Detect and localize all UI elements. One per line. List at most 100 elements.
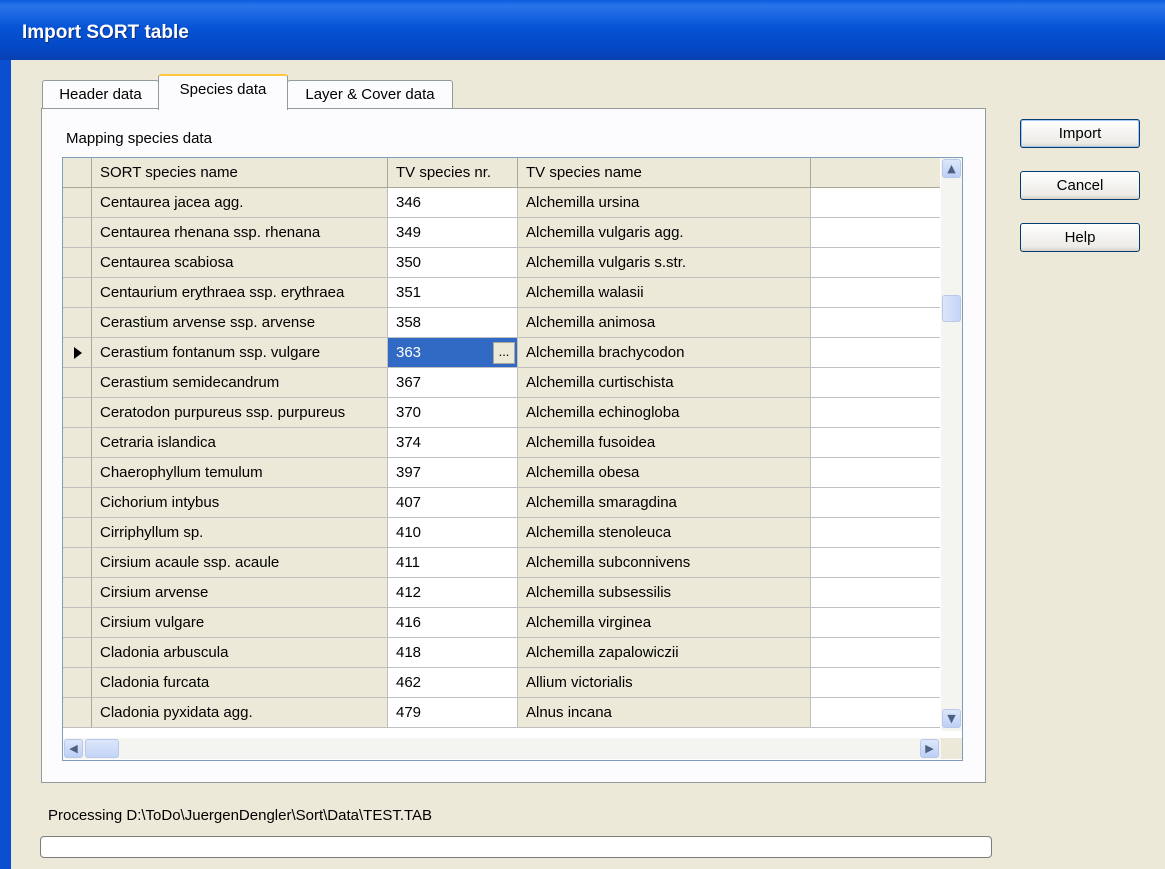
tab-layer-cover-data[interactable]: Layer & Cover data [287,80,453,108]
tab-header-data[interactable]: Header data [42,80,159,108]
scroll-left-icon[interactable]: ◀ [64,739,83,758]
sort-species-name-cell: Cerastium fontanum ssp. vulgare [92,338,388,368]
tv-species-nr-cell[interactable]: 462 [388,668,518,698]
tv-species-nr-cell[interactable]: 418 [388,638,518,668]
row-indicator[interactable] [63,278,92,308]
empty-cell [811,218,940,248]
row-indicator[interactable] [63,638,92,668]
cell-text: 410 [396,524,422,541]
row-indicator[interactable] [63,608,92,638]
table-row[interactable]: Cerastium fontanum ssp. vulgare 363... Alc… [63,338,940,368]
horizontal-scroll-thumb[interactable] [85,739,119,758]
tv-species-nr-cell[interactable]: 370 [388,398,518,428]
tv-species-nr-cell[interactable]: 412 [388,578,518,608]
row-indicator[interactable] [63,668,92,698]
tv-species-nr-cell[interactable]: 397 [388,458,518,488]
empty-cell [811,338,940,368]
cell-text: Alchemilla obesa [526,464,640,481]
tv-species-nr-cell[interactable]: 350 [388,248,518,278]
cell-text: Alchemilla ursina [526,194,640,211]
help-button[interactable]: Help [1020,223,1140,252]
tv-species-name-cell: Alchemilla animosa [518,308,811,338]
tv-species-name-cell: Alchemilla subsessilis [518,578,811,608]
cell-text: Alnus incana [526,704,612,721]
tv-species-nr-cell[interactable]: 367 [388,368,518,398]
scroll-up-icon[interactable]: ▲ [942,159,961,178]
tv-species-nr-cell[interactable]: 411 [388,548,518,578]
cell-text: Centaurea scabiosa [100,254,234,271]
table-row[interactable]: Ceratodon purpureus ssp. purpureus 370 Alc… [63,398,940,428]
row-indicator[interactable] [63,188,92,218]
row-indicator[interactable] [63,398,92,428]
table-row[interactable]: Cladonia arbuscula 418 Alchemilla zapalowi… [63,638,940,668]
sort-species-name-cell: Ceratodon purpureus ssp. purpureus [92,398,388,428]
table-row[interactable]: Centaurium erythraea ssp. erythraea 351 Al… [63,278,940,308]
cell-text: 350 [396,254,422,271]
row-indicator[interactable] [63,308,92,338]
table-row[interactable]: Cirriphyllum sp. 410 Alchemilla stenoleuca [63,518,940,548]
tv-species-nr-cell[interactable]: 479 [388,698,518,728]
species-mapping-grid[interactable]: SORT species name TV species nr. TV spec… [62,157,963,761]
horizontal-scrollbar[interactable]: ◀ ▶ [63,738,941,759]
tv-species-nr-cell[interactable]: 416 [388,608,518,638]
import-button[interactable]: Import [1020,119,1140,148]
column-header-tv-species-name[interactable]: TV species name [518,158,811,188]
cell-text: Alchemilla echinogloba [526,404,680,421]
row-indicator[interactable] [63,698,92,728]
tv-species-nr-cell[interactable]: 410 [388,518,518,548]
table-row[interactable]: Cerastium semidecandrum 367 Alchemilla cur… [63,368,940,398]
row-indicator[interactable] [63,458,92,488]
table-row[interactable]: Cladonia pyxidata agg. 479 Alnus incana [63,698,940,728]
lookup-ellipsis-button[interactable]: ... [493,342,515,364]
table-row[interactable]: Centaurea rhenana ssp. rhenana 349 Alchemi… [63,218,940,248]
table-row[interactable]: Cetraria islandica 374 Alchemilla fusoidea [63,428,940,458]
tv-species-nr-cell[interactable]: 346 [388,188,518,218]
tv-species-nr-cell[interactable]: 351 [388,278,518,308]
table-row[interactable]: Cirsium arvense 412 Alchemilla subsessilis [63,578,940,608]
tv-species-name-cell: Alchemilla walasii [518,278,811,308]
row-indicator[interactable] [63,518,92,548]
tv-species-nr-cell[interactable]: 363... [388,338,518,368]
empty-cell [811,698,940,728]
column-header-tv-species-nr[interactable]: TV species nr. [388,158,518,188]
row-indicator[interactable] [63,368,92,398]
tab-species-data[interactable]: Species data [158,74,288,110]
vertical-scroll-thumb[interactable] [942,295,961,322]
table-row[interactable]: Chaerophyllum temulum 397 Alchemilla obesa [63,458,940,488]
tv-species-nr-cell[interactable]: 407 [388,488,518,518]
row-indicator[interactable] [63,548,92,578]
table-row[interactable]: Centaurea jacea agg. 346 Alchemilla ursina [63,188,940,218]
scroll-right-icon[interactable]: ▶ [920,739,939,758]
empty-cell [811,368,940,398]
tv-species-nr-cell[interactable]: 349 [388,218,518,248]
tv-species-nr-cell[interactable]: 358 [388,308,518,338]
cancel-button[interactable]: Cancel [1020,171,1140,200]
tv-species-name-cell: Alchemilla vulgaris s.str. [518,248,811,278]
table-row[interactable]: Cirsium vulgare 416 Alchemilla virginea [63,608,940,638]
tv-species-name-cell: Alchemilla echinogloba [518,398,811,428]
empty-cell [811,578,940,608]
cell-text: Cichorium intybus [100,494,220,511]
tv-species-name-cell: Alchemilla brachycodon [518,338,811,368]
row-indicator[interactable] [63,218,92,248]
scroll-down-icon[interactable]: ▼ [942,709,961,728]
vertical-scrollbar[interactable]: ▲ ▼ [941,158,962,731]
table-row[interactable]: Cichorium intybus 407 Alchemilla smaragdin… [63,488,940,518]
table-row[interactable]: Cirsium acaule ssp. acaule 411 Alchemilla … [63,548,940,578]
column-header-sort-species-name[interactable]: SORT species name [92,158,388,188]
cell-text: Cladonia furcata [100,674,210,691]
cell-text: Cerastium fontanum ssp. vulgare [100,344,321,361]
table-row[interactable]: Cladonia furcata 462 Allium victorialis [63,668,940,698]
cell-text: Cirsium arvense [100,584,209,601]
row-indicator[interactable] [63,578,92,608]
row-indicator[interactable] [63,248,92,278]
row-indicator[interactable] [63,428,92,458]
tv-species-nr-cell[interactable]: 374 [388,428,518,458]
table-row[interactable]: Centaurea scabiosa 350 Alchemilla vulgaris… [63,248,940,278]
cell-text: 412 [396,584,422,601]
row-indicator[interactable] [63,338,92,368]
row-indicator[interactable] [63,488,92,518]
cell-text: Alchemilla animosa [526,314,656,331]
table-row[interactable]: Cerastium arvense ssp. arvense 358 Alchemi… [63,308,940,338]
empty-cell [811,608,940,638]
